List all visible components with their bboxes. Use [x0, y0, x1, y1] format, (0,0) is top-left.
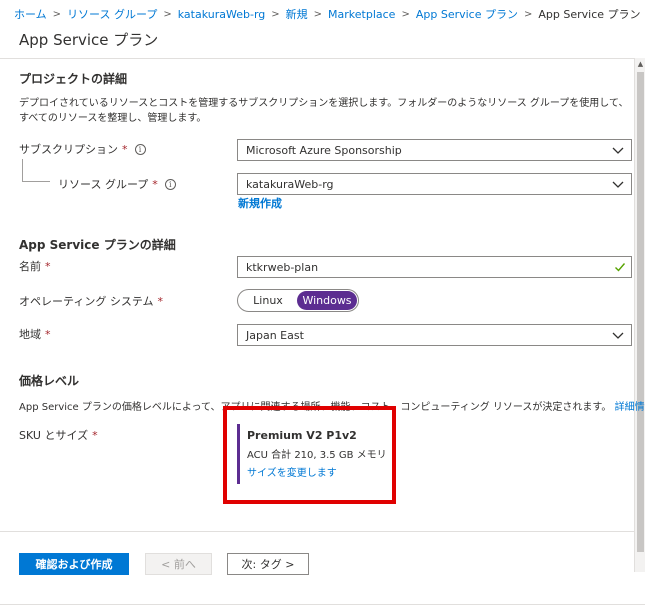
checkmark-icon — [615, 263, 626, 272]
bottom-edge — [0, 604, 645, 612]
name-label-text: 名前 — [19, 260, 41, 273]
sku-label-text: SKU とサイズ — [19, 429, 89, 442]
resource-group-value: katakuraWeb-rg — [246, 177, 334, 191]
plan-details-heading: App Service プランの詳細 — [19, 238, 176, 252]
breadcrumb-app-service-plan[interactable]: App Service プラン — [416, 6, 518, 22]
os-label-text: オペレーティング システム — [19, 295, 154, 308]
name-label: 名前 * — [19, 258, 51, 274]
tree-connector — [22, 181, 50, 182]
resource-group-label: リソース グループ * i — [58, 176, 176, 192]
chevron-down-icon — [612, 147, 624, 154]
subscription-label: サブスクリプション * i — [19, 141, 146, 157]
highlight-annotation-box — [223, 406, 396, 504]
pricing-tier-heading: 価格レベル — [19, 374, 80, 388]
region-label: 地域 * — [19, 326, 51, 342]
project-details-description: デプロイされているリソースとコストを管理するサブスクリプションを選択します。フォ… — [19, 98, 629, 124]
os-option-linux[interactable]: Linux — [239, 291, 297, 310]
region-value: Japan East — [246, 328, 304, 342]
breadcrumb-resource-group[interactable]: katakuraWeb-rg — [178, 8, 266, 21]
breadcrumb-separator: > — [52, 8, 62, 20]
page-title: App Service プラン — [19, 31, 159, 49]
title-divider — [0, 58, 645, 59]
os-toggle[interactable]: Linux Windows — [237, 289, 359, 312]
breadcrumb-separator: > — [163, 8, 172, 20]
subscription-value: Microsoft Azure Sponsorship — [246, 143, 402, 157]
chevron-down-icon — [612, 332, 624, 339]
breadcrumb-current: App Service プラン — [538, 8, 641, 21]
create-new-resource-group-link[interactable]: 新規作成 — [238, 195, 282, 211]
footer-divider — [0, 531, 634, 532]
info-icon[interactable]: i — [134, 143, 146, 155]
vertical-scrollbar[interactable]: ▲ — [634, 58, 645, 572]
subscription-dropdown[interactable]: Microsoft Azure Sponsorship — [237, 139, 632, 161]
previous-button[interactable]: < 前へ — [145, 553, 212, 575]
breadcrumb-separator: > — [524, 8, 533, 20]
required-marker: * — [122, 142, 128, 156]
required-marker: * — [157, 294, 164, 308]
scroll-thumb[interactable] — [637, 72, 644, 552]
required-marker: * — [92, 428, 98, 442]
project-details-heading: プロジェクトの詳細 — [19, 72, 128, 86]
breadcrumb-marketplace[interactable]: Marketplace — [328, 8, 395, 21]
breadcrumb-separator: > — [401, 8, 410, 20]
region-dropdown[interactable]: Japan East — [237, 324, 632, 346]
region-label-text: 地域 — [19, 328, 41, 341]
required-marker: * — [152, 177, 158, 191]
chevron-down-icon — [612, 181, 624, 188]
breadcrumb-home[interactable]: ホーム — [14, 6, 47, 22]
tree-connector — [22, 159, 23, 181]
scroll-up-arrow-icon[interactable]: ▲ — [636, 60, 645, 68]
info-icon[interactable]: i — [164, 178, 176, 190]
resource-group-label-text: リソース グループ — [58, 178, 149, 191]
breadcrumb-separator: > — [271, 8, 280, 20]
resource-group-dropdown[interactable]: katakuraWeb-rg — [237, 173, 632, 195]
breadcrumb-resource-groups[interactable]: リソース グループ — [67, 6, 157, 22]
os-label: オペレーティング システム * — [19, 293, 163, 309]
required-marker: * — [45, 327, 51, 341]
breadcrumb-separator: > — [313, 8, 323, 20]
breadcrumb-new[interactable]: 新規 — [286, 6, 308, 22]
sku-label: SKU とサイズ * — [19, 427, 98, 443]
required-marker: * — [45, 259, 51, 273]
learn-more-link[interactable]: 詳細情報 — [615, 402, 645, 413]
plan-name-input[interactable] — [237, 256, 632, 278]
next-tags-button[interactable]: 次: タグ > — [227, 553, 309, 575]
review-create-button[interactable]: 確認および作成 — [19, 553, 129, 575]
breadcrumb: ホーム > リソース グループ > katakuraWeb-rg > 新規 > … — [14, 5, 641, 23]
os-option-windows[interactable]: Windows — [297, 291, 357, 310]
subscription-label-text: サブスクリプション — [19, 143, 118, 156]
